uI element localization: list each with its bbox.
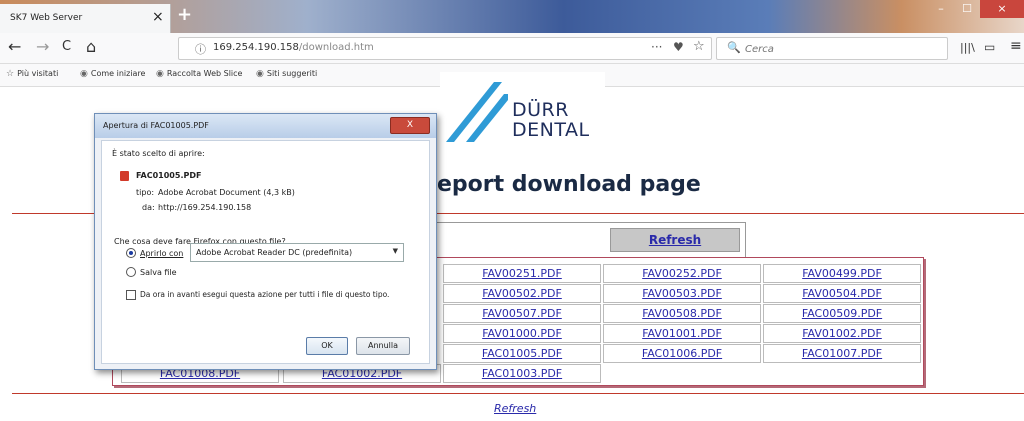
bookmark-getting-started[interactable]: ◉ Come iniziare (80, 69, 145, 79)
search-bar[interactable]: 🔍 (716, 37, 948, 60)
file-type-value: Adobe Acrobat Document (4,3 kB) (158, 188, 295, 197)
pdf-file-icon (120, 171, 129, 181)
reload-button[interactable]: C (62, 39, 71, 54)
bookmark-label: Come iniziare (90, 69, 146, 78)
logo-mark-icon (446, 82, 508, 142)
bookmark-label: Più visitati (17, 69, 59, 78)
search-icon: 🔍 (727, 41, 741, 54)
file-type-label: tipo: (136, 188, 155, 197)
refresh-button[interactable]: Refresh (610, 228, 740, 252)
file-link[interactable]: FAV00504.PDF (763, 284, 921, 303)
url-path: /download.htm (298, 42, 374, 53)
page-heading: eport download page (437, 172, 701, 197)
globe-icon: ◉ (80, 69, 88, 79)
logo-line-1: DÜRR (512, 99, 569, 121)
remember-choice-checkbox[interactable] (126, 290, 136, 300)
file-link[interactable]: FAV00503.PDF (603, 284, 761, 303)
save-file-radio[interactable] (126, 267, 136, 277)
dialog-title: Apertura di FAC01005.PDF (103, 121, 209, 130)
browser-tab[interactable]: SK7 Web Server × (0, 4, 171, 33)
file-link[interactable]: FAC01006.PDF (603, 344, 761, 363)
file-link[interactable]: FAC01005.PDF (443, 344, 601, 363)
tab-close-icon[interactable]: × (152, 9, 164, 25)
chevron-down-icon: ▼ (392, 247, 398, 255)
dialog-file-name: FAC01005.PDF (136, 171, 202, 180)
logo-text: DÜRR DENTAL (512, 100, 590, 140)
open-with-radio[interactable] (126, 248, 136, 258)
open-with-label[interactable]: Aprirlo con (140, 249, 183, 258)
dialog-titlebar[interactable]: Apertura di FAC01005.PDF X (95, 114, 436, 138)
cancel-button[interactable]: Annulla (356, 337, 410, 355)
forward-button[interactable]: → (36, 37, 49, 56)
search-input[interactable] (743, 40, 937, 58)
dialog-body: È stato scelto di aprire: FAC01005.PDF t… (101, 140, 430, 364)
file-link[interactable]: FAV00507.PDF (443, 304, 601, 323)
sidebar-icon[interactable]: ▭ (984, 40, 995, 54)
bookmark-most-visited[interactable]: ☆ Più visitati (6, 69, 58, 79)
file-link[interactable]: FAV00508.PDF (603, 304, 761, 323)
globe-icon: ◉ (156, 69, 164, 79)
footer-refresh-link[interactable]: Refresh (494, 402, 536, 415)
file-link[interactable]: FAC00509.PDF (763, 304, 921, 323)
divider-bottom (12, 393, 1024, 394)
dialog-intro: È stato scelto di aprire: (112, 149, 205, 158)
remember-choice-label[interactable]: Da ora in avanti esegui questa azione pe… (140, 290, 389, 299)
url-text[interactable]: 169.254.190.158/download.htm (213, 42, 374, 53)
star-icon: ☆ (6, 69, 15, 79)
bookmark-web-slice[interactable]: ◉ Raccolta Web Slice (156, 69, 242, 79)
file-link[interactable]: FAV00251.PDF (443, 264, 601, 283)
file-link[interactable]: FAV01001.PDF (603, 324, 761, 343)
file-link[interactable]: FAV00502.PDF (443, 284, 601, 303)
globe-icon: ◉ (256, 69, 264, 79)
ok-button[interactable]: OK (306, 337, 348, 355)
menu-icon[interactable]: ≡ (1010, 38, 1022, 54)
bookmark-suggested-sites[interactable]: ◉ Siti suggeriti (256, 69, 317, 79)
logo-line-2: DENTAL (512, 119, 590, 141)
dialog-close-button[interactable]: X (390, 117, 430, 134)
file-from-value: http://169.254.190.158 (158, 203, 252, 212)
new-tab-button[interactable]: + (177, 4, 192, 25)
save-file-label[interactable]: Salva file (140, 268, 177, 277)
url-bar[interactable]: ⓘ 169.254.190.158/download.htm ··· ♥ ☆ (178, 37, 712, 60)
file-link[interactable]: FAC01003.PDF (443, 364, 601, 383)
application-select[interactable]: Adobe Acrobat Reader DC (predefinita) ▼ (190, 243, 404, 262)
window-controls: – ☐ × (928, 0, 1024, 20)
tab-bar: SK7 Web Server × + – ☐ × (0, 0, 1024, 33)
file-link[interactable]: FAV01002.PDF (763, 324, 921, 343)
url-host: 169.254.190.158 (213, 42, 299, 53)
file-link[interactable]: FAV00499.PDF (763, 264, 921, 283)
file-link[interactable]: FAC01007.PDF (763, 344, 921, 363)
home-button[interactable]: ⌂ (86, 37, 96, 56)
durr-dental-logo: DÜRR DENTAL (440, 72, 605, 142)
file-link[interactable]: FAV00252.PDF (603, 264, 761, 283)
download-dialog: Apertura di FAC01005.PDF X È stato scelt… (94, 113, 437, 370)
application-select-value: Adobe Acrobat Reader DC (predefinita) (196, 248, 353, 257)
page-actions-icon[interactable]: ··· (651, 40, 662, 54)
file-link[interactable]: FAV01000.PDF (443, 324, 601, 343)
bookmark-label: Siti suggeriti (266, 69, 318, 78)
pocket-icon[interactable]: ♥ (673, 40, 684, 54)
maximize-button[interactable]: ☐ (954, 0, 980, 18)
info-icon[interactable]: ⓘ (195, 41, 206, 57)
bookmark-star-icon[interactable]: ☆ (693, 39, 705, 54)
minimize-button[interactable]: – (928, 0, 954, 18)
library-icon[interactable]: |||\ (960, 41, 975, 54)
tab-title: SK7 Web Server (10, 13, 83, 23)
window-close-button[interactable]: × (980, 0, 1024, 18)
file-from-label: da: (142, 203, 155, 212)
navigation-bar: ← → C ⌂ ⓘ 169.254.190.158/download.htm ·… (0, 33, 1024, 64)
back-button[interactable]: ← (8, 37, 21, 56)
bookmark-label: Raccolta Web Slice (166, 69, 243, 78)
